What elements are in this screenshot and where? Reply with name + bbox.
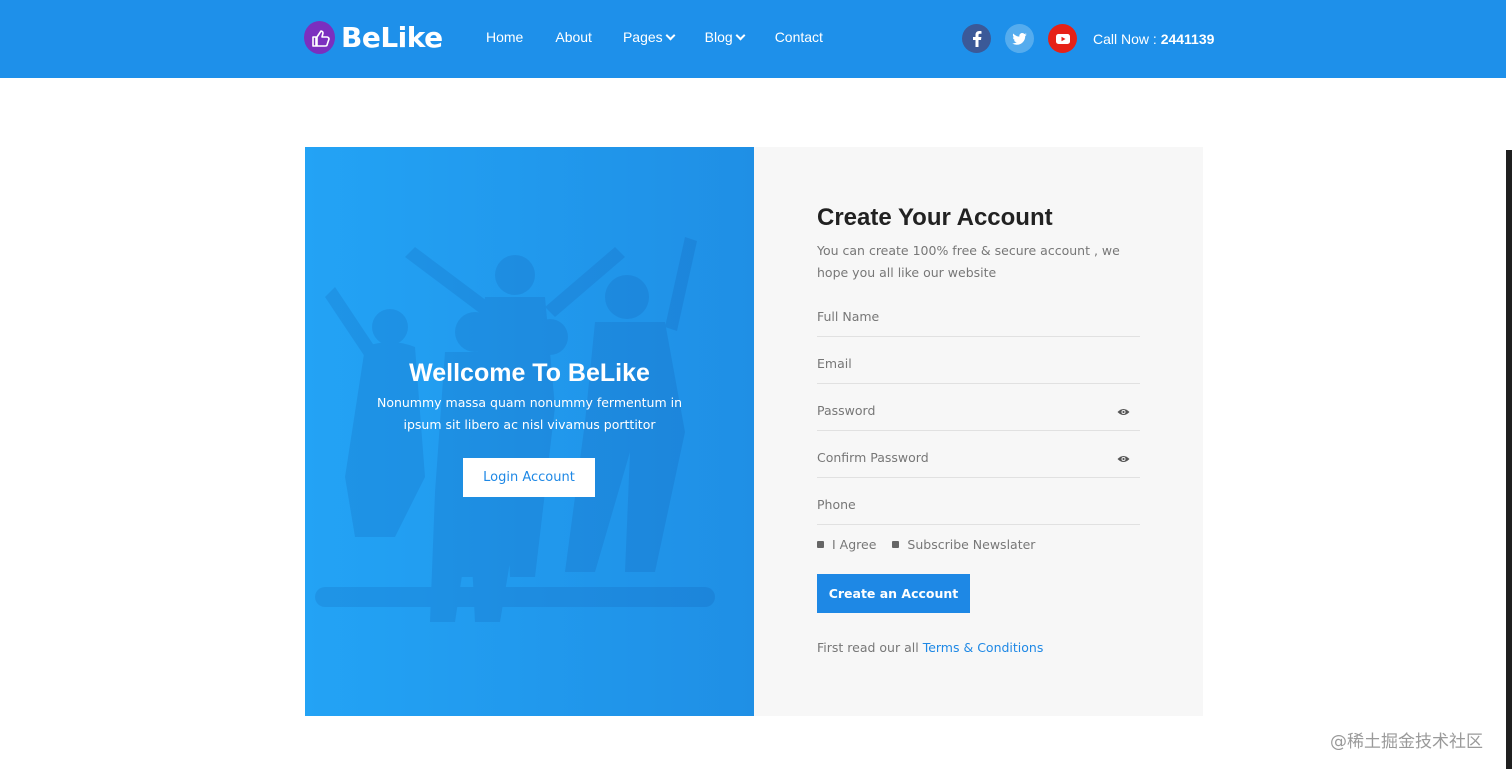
password-field bbox=[817, 395, 1140, 431]
chevron-down-icon bbox=[665, 30, 676, 40]
site-header: BeLike Home About Pages Blog Contact Cal… bbox=[0, 0, 1506, 78]
nav-pages[interactable]: Pages bbox=[622, 29, 676, 45]
full-name-input[interactable] bbox=[817, 309, 1107, 324]
nav-blog-label: Blog bbox=[704, 29, 733, 45]
call-number[interactable]: 2441139 bbox=[1161, 31, 1215, 47]
logo[interactable]: BeLike bbox=[304, 21, 443, 54]
logo-text: BeLike bbox=[341, 21, 443, 54]
terms-link[interactable]: Terms & Conditions bbox=[923, 640, 1044, 655]
nav-blog[interactable]: Blog bbox=[704, 29, 746, 45]
phone-field bbox=[817, 489, 1140, 525]
email-input[interactable] bbox=[817, 356, 1107, 371]
email-field bbox=[817, 348, 1140, 384]
agree-checkbox[interactable]: I Agree bbox=[817, 537, 876, 552]
eye-icon[interactable] bbox=[1117, 408, 1130, 416]
nav-home[interactable]: Home bbox=[486, 29, 523, 45]
welcome-panel: Wellcome To BeLike Nonummy massa quam no… bbox=[305, 147, 754, 716]
login-account-button[interactable]: Login Account bbox=[463, 458, 595, 497]
scrollbar[interactable] bbox=[1506, 0, 1512, 769]
nav-contact-label: Contact bbox=[774, 29, 823, 45]
terms-prefix: First read our all bbox=[817, 640, 919, 655]
call-now: Call Now : 2441139 bbox=[1093, 31, 1214, 47]
create-account-button[interactable]: Create an Account bbox=[817, 574, 970, 613]
eye-icon[interactable] bbox=[1117, 455, 1130, 463]
subscribe-label: Subscribe Newslater bbox=[907, 537, 1036, 552]
nav-about-label: About bbox=[555, 29, 592, 45]
nav-home-label: Home bbox=[486, 29, 524, 45]
nav-pages-label: Pages bbox=[622, 29, 663, 45]
form-title: Create Your Account bbox=[817, 204, 1053, 231]
nav-contact[interactable]: Contact bbox=[775, 29, 823, 45]
signup-panel: Create Your Account You can create 100% … bbox=[754, 147, 1203, 716]
main-nav: Home About Pages Blog Contact bbox=[486, 29, 823, 45]
form-description: You can create 100% free & secure accoun… bbox=[817, 243, 1120, 280]
people-illustration bbox=[315, 237, 715, 622]
page: BeLike Home About Pages Blog Contact Cal… bbox=[0, 0, 1512, 769]
phone-input[interactable] bbox=[817, 497, 1107, 512]
confirm-password-field bbox=[817, 442, 1140, 478]
checkbox-box[interactable] bbox=[817, 541, 824, 548]
thumbs-up-logo-icon bbox=[304, 21, 335, 54]
facebook-icon[interactable] bbox=[962, 24, 991, 53]
checkbox-box[interactable] bbox=[892, 541, 900, 548]
call-label: Call Now : bbox=[1093, 31, 1157, 47]
watermark: @稀土掘金技术社区 bbox=[1330, 732, 1483, 752]
welcome-subtitle: Nonummy massa quam nonummy fermentum in … bbox=[376, 395, 683, 432]
full-name-field bbox=[817, 301, 1140, 337]
twitter-icon[interactable] bbox=[1005, 24, 1034, 53]
checkbox-row: I Agree Subscribe Newslater bbox=[817, 537, 1051, 552]
password-input[interactable] bbox=[817, 403, 1107, 418]
scrollbar-thumb[interactable] bbox=[1506, 0, 1512, 150]
terms-text: First read our all Terms & Conditions bbox=[817, 640, 1043, 655]
welcome-title: Wellcome To BeLike bbox=[409, 359, 650, 387]
social-links bbox=[962, 24, 1077, 53]
agree-label: I Agree bbox=[832, 537, 877, 552]
chevron-down-icon bbox=[735, 30, 746, 40]
nav-about[interactable]: About bbox=[555, 29, 592, 45]
youtube-icon[interactable] bbox=[1048, 24, 1077, 53]
confirm-password-input[interactable] bbox=[817, 450, 1107, 465]
subscribe-checkbox[interactable]: Subscribe Newslater bbox=[892, 537, 1035, 552]
